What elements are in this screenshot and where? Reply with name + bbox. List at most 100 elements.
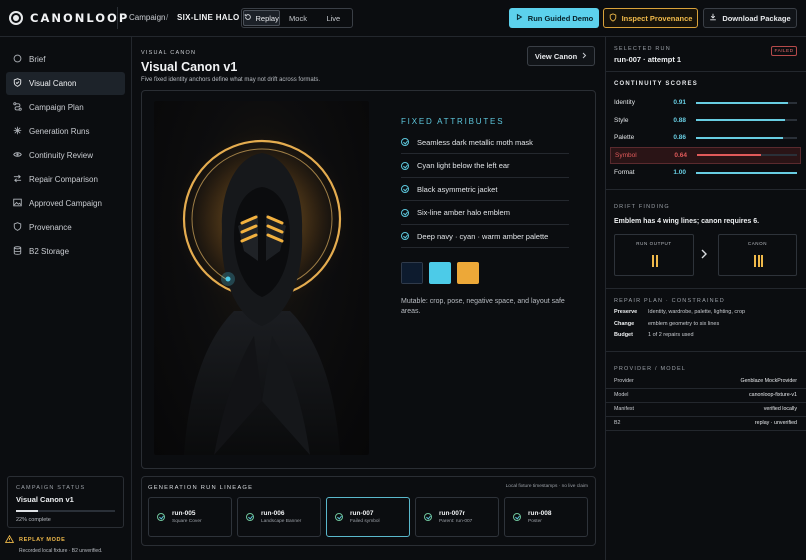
app-logo[interactable]: CANONLOOP <box>9 11 129 25</box>
emblem-four-lines-icon <box>652 255 658 267</box>
check-circle-icon <box>401 138 409 146</box>
page-subtitle: Five fixed identity anchors define what … <box>141 77 321 83</box>
check-circle-icon <box>424 513 432 521</box>
run-subtitle: Failed symbol <box>350 519 380 524</box>
replay-mode-text: Recorded local fixture · B2 unverified. <box>19 548 103 554</box>
continuity-scores-title: CONTINUITY SCORES <box>614 81 698 87</box>
repair-plan-key: Budget <box>614 332 633 338</box>
chevron-right-icon <box>582 52 587 61</box>
run-card-run-006[interactable]: run-006 Landscape Banner <box>237 497 321 537</box>
mode-live-label: Live <box>326 13 341 23</box>
score-bar-fill <box>696 136 783 139</box>
sidebar-item-label: Approved Campaign <box>29 199 102 208</box>
check-circle-icon <box>335 513 343 521</box>
score-row-identity[interactable]: Identity 0.91 <box>614 94 800 111</box>
provider-row: Provider Genblaze MockProvider <box>614 378 797 384</box>
fixed-attribute-item: Six-line amber halo emblem <box>401 202 569 225</box>
sidebar-item-repair-comparison[interactable]: Repair Comparison <box>6 168 125 191</box>
provider-row: B2 replay · unverified <box>614 420 797 426</box>
inspect-provenance-label: Inspect Provenance <box>621 13 693 23</box>
mode-live[interactable]: Live <box>316 10 351 26</box>
sparkle-icon <box>13 126 22 137</box>
check-circle-icon <box>246 513 254 521</box>
sidebar-item-visual-canon[interactable]: Visual Canon <box>6 72 125 95</box>
sidebar-item-b2-storage[interactable]: B2 Storage <box>6 240 125 263</box>
fixed-attribute-label: Cyan light below the left ear <box>417 161 510 170</box>
score-label: Style <box>614 116 629 124</box>
view-canon-button[interactable]: View Canon <box>527 46 595 66</box>
palette-swatch-amber[interactable] <box>457 262 479 284</box>
download-icon <box>709 13 717 23</box>
sidebar-item-label: Brief <box>29 55 46 64</box>
score-row-symbol[interactable]: Symbol 0.64 <box>610 146 801 164</box>
run-id: run-007 <box>350 510 374 517</box>
run-id: run-005 <box>172 510 196 517</box>
mode-switcher: Replay Mock Live <box>241 8 353 28</box>
mode-replay[interactable]: Replay <box>243 10 281 26</box>
score-bar-fill <box>696 119 785 121</box>
fixed-attribute-label: Seamless dark metallic moth mask <box>417 137 533 147</box>
score-row-palette[interactable]: Palette 0.86 <box>614 129 800 146</box>
provider-value: Genblaze MockProvider <box>740 378 797 384</box>
fixed-attribute-label: Six-line amber halo emblem <box>417 208 510 217</box>
provider-value: canonloop-fixture-v1 <box>749 392 797 398</box>
mode-mock[interactable]: Mock <box>280 10 315 26</box>
sidebar-item-campaign-plan[interactable]: Campaign Plan <box>6 96 125 119</box>
score-row-style[interactable]: Style 0.88 <box>614 112 800 129</box>
score-label: Identity <box>614 99 635 106</box>
sidebar-item-continuity-review[interactable]: Continuity Review <box>6 144 125 167</box>
provider-row: Manifest verified locally <box>614 406 797 412</box>
check-circle-icon <box>401 161 409 170</box>
run-output-thumb[interactable]: RUN OUTPUT <box>614 234 694 276</box>
palette-swatch-navy[interactable] <box>401 262 423 284</box>
campaign-status-label: CAMPAIGN STATUS <box>16 485 86 491</box>
breadcrumb-campaign[interactable]: Campaign <box>129 13 165 22</box>
score-bar-fill <box>696 101 788 104</box>
fixed-attribute-item: Seamless dark metallic moth mask <box>401 131 569 154</box>
run-subtitle: Poster <box>528 519 542 524</box>
score-row-format[interactable]: Format 1.00 <box>614 164 800 181</box>
shield-icon <box>13 222 22 233</box>
repair-plan-key: Preserve <box>614 309 638 315</box>
divider <box>605 402 806 403</box>
run-card-run-007r[interactable]: run-007r Parent: run-007 <box>415 497 499 537</box>
repair-plan-row: Preserve Identity, wardrobe, palette, lig… <box>614 309 745 315</box>
fixed-attribute-label: Deep navy · cyan · warm amber palette <box>417 231 549 241</box>
score-label: Format <box>614 169 635 176</box>
run-id: run-008 <box>528 510 552 517</box>
run-guided-demo-button[interactable]: Run Guided Demo <box>509 8 599 28</box>
sidebar-item-provenance[interactable]: Provenance <box>6 216 125 239</box>
repair-plan-value: Identity, wardrobe, palette, lighting, c… <box>648 309 746 315</box>
score-label: Symbol <box>615 151 637 159</box>
inspect-provenance-button[interactable]: Inspect Provenance <box>603 8 698 28</box>
score-bar-fill <box>697 154 761 156</box>
campaign-status-card: CAMPAIGN STATUS Visual Canon v1 22% comp… <box>7 476 124 528</box>
page-title: Visual Canon v1 <box>141 60 238 74</box>
provider-key: Model <box>614 392 629 398</box>
score-value: 0.88 <box>673 116 686 124</box>
run-card-run-007[interactable]: run-007 Failed symbol <box>326 497 410 537</box>
score-bar <box>696 119 797 121</box>
score-label: Palette <box>614 134 635 141</box>
run-card-run-005[interactable]: run-005 Square Cover <box>148 497 232 537</box>
divider <box>605 388 806 389</box>
eye-icon <box>13 150 22 161</box>
logo-icon <box>9 11 23 25</box>
canon-thumb[interactable]: CANON <box>718 234 797 276</box>
download-package-button[interactable]: Download Package <box>703 8 797 28</box>
replay-mode-title: REPLAY MODE <box>19 537 66 543</box>
palette-swatch-cyan[interactable] <box>429 262 451 284</box>
repair-plan-key: Change <box>614 320 635 327</box>
sidebar-item-brief[interactable]: Brief <box>6 48 125 71</box>
fixed-attribute-label: Black asymmetric jacket <box>417 184 498 194</box>
score-bar <box>697 154 797 156</box>
image-icon <box>13 198 22 209</box>
sidebar-item-approved-campaign[interactable]: Approved Campaign <box>6 192 125 215</box>
run-id: run-006 <box>261 510 285 517</box>
campaign-progress-text: 22% complete <box>16 517 51 523</box>
canon-hero-image[interactable] <box>154 101 369 455</box>
check-circle-icon <box>157 513 165 521</box>
sidebar-item-generation-runs[interactable]: Generation Runs <box>6 120 125 143</box>
lineage-note: Local fixture timestamps · no live claim <box>505 484 588 489</box>
run-card-run-008[interactable]: run-008 Poster <box>504 497 588 537</box>
